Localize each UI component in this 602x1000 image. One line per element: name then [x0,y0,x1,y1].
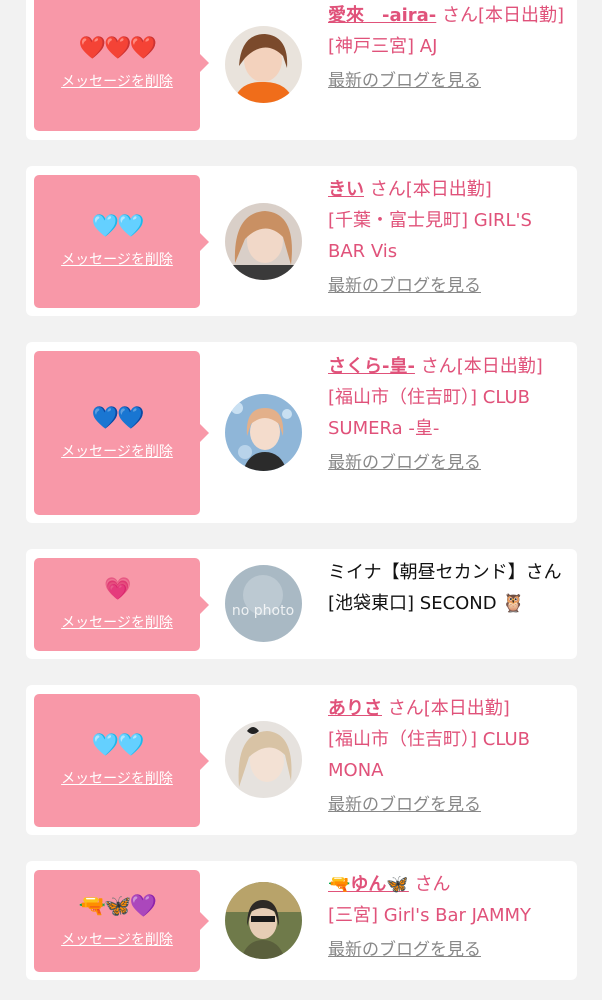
honorific: さん [369,179,406,200]
honorific: さん [387,698,424,719]
avatar[interactable]: no photo [225,565,302,642]
favorite-card: 💗 メッセージを削除 no photo ミイナ【朝昼セカンド】さん [池袋東口]… [26,549,577,659]
message-delete-panel[interactable]: ❤️❤️❤️ メッセージを削除 [34,0,209,131]
message-delete-panel[interactable]: 🩵🩵 メッセージを削除 [34,175,209,308]
delete-message-link[interactable]: メッセージを削除 [61,71,173,91]
reaction-emoji: 💗 [104,577,131,602]
card-info: ミイナ【朝昼セカンド】さん [池袋東口] SECOND 🦉 [328,557,567,619]
cast-name-link[interactable]: さくら-皇- [328,356,415,377]
honorific: さん [414,874,451,895]
cast-name-link[interactable]: 愛來 -aira- [328,5,436,26]
reaction-emoji: 🩵🩵 [91,733,145,758]
latest-blog-link[interactable]: 最新のブログを見る [328,935,567,966]
latest-blog-link[interactable]: 最新のブログを見る [328,271,567,302]
message-delete-panel[interactable]: 💙💙 メッセージを削除 [34,351,209,515]
favorite-card: ❤️❤️❤️ メッセージを削除 愛來 -aira- さん[本日出勤] [神戸三宮… [26,0,577,140]
cast-name-link[interactable]: きい [328,179,364,200]
card-info: ありさ さん[本日出勤] [福山市（住吉町）] CLUB MONA 最新のブログ… [328,693,567,821]
avatar[interactable] [225,721,302,798]
reaction-emoji: ❤️❤️❤️ [78,35,157,61]
honorific: さん [442,5,479,26]
latest-blog-link[interactable]: 最新のブログを見る [328,66,567,97]
avatar[interactable] [225,26,302,103]
shop-text: [千葉・富士見町] GIRL'S BAR Vis [328,210,532,262]
no-photo-text: no photo [232,603,294,619]
card-info: 愛來 -aira- さん[本日出勤] [神戸三宮] AJ 最新のブログを見る [328,0,567,97]
reaction-emoji: 💙💙 [91,405,145,431]
delete-message-link[interactable]: メッセージを削除 [61,929,173,949]
message-delete-panel[interactable]: 💗 メッセージを削除 [34,558,209,651]
reaction-emoji: 🔫🦋💜 [78,893,157,919]
avatar[interactable] [225,882,302,959]
shop-text: [三宮] Girl's Bar JAMMY [328,905,532,926]
status-text: [本日出勤] [423,698,510,719]
honorific: さん [420,356,457,377]
status-text: [本日出勤] [405,179,492,200]
status-text: [本日出勤] [478,5,565,26]
avatar[interactable] [225,203,302,280]
shop-text: [福山市（住吉町）] CLUB SUMERa -皇- [328,387,530,439]
favorite-card: 🔫🦋💜 メッセージを削除 🔫ゆん🦋 さん [三宮] Girl's Bar JAM… [26,861,577,980]
cast-name-link[interactable]: 🔫ゆん🦋 [328,874,409,895]
card-info: きい さん[本日出勤] [千葉・富士見町] GIRL'S BAR Vis 最新の… [328,174,567,302]
latest-blog-link[interactable]: 最新のブログを見る [328,448,567,479]
cast-name: ミイナ【朝昼セカンド】 [328,562,526,583]
card-info: 🔫ゆん🦋 さん [三宮] Girl's Bar JAMMY 最新のブログを見る [328,869,567,966]
favorite-card: 💙💙 メッセージを削除 さくら-皇- さん[本日出勤] [福山市（住吉町）] C… [26,342,577,523]
favorite-card: 🩵🩵 メッセージを削除 きい さん[本日出勤] [千葉・富士見町] GIRL'S… [26,166,577,316]
delete-message-link[interactable]: メッセージを削除 [61,249,173,269]
latest-blog-link[interactable]: 最新のブログを見る [328,790,567,821]
favorite-card: 🩵🩵 メッセージを削除 ありさ さん[本日出勤] [福山市（住吉町）] CLUB… [26,685,577,835]
shop-text: [福山市（住吉町）] CLUB MONA [328,729,530,781]
delete-message-link[interactable]: メッセージを削除 [61,768,173,788]
shop-text: [神戸三宮] AJ [328,36,438,57]
card-info: さくら-皇- さん[本日出勤] [福山市（住吉町）] CLUB SUMERa -… [328,351,567,479]
avatar[interactable] [225,394,302,471]
honorific: さん [525,562,562,583]
status-text: [本日出勤] [456,356,543,377]
cast-name-link[interactable]: ありさ [328,698,382,719]
shop-text: [池袋東口] SECOND 🦉 [328,593,525,614]
delete-message-link[interactable]: メッセージを削除 [61,612,173,632]
message-delete-panel[interactable]: 🩵🩵 メッセージを削除 [34,694,209,827]
delete-message-link[interactable]: メッセージを削除 [61,441,173,461]
message-delete-panel[interactable]: 🔫🦋💜 メッセージを削除 [34,870,209,972]
reaction-emoji: 🩵🩵 [91,214,145,239]
